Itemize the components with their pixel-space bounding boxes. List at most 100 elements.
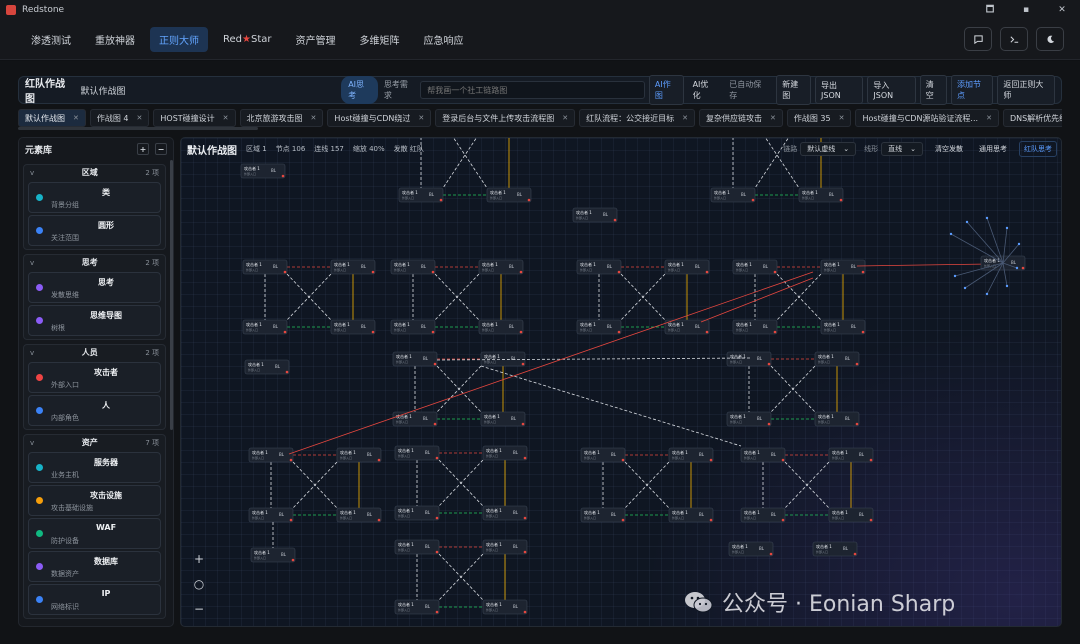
library-item[interactable]: 攻击设施 攻击基础设施: [28, 485, 161, 516]
group-header[interactable]: v 人员 2 项: [24, 345, 165, 360]
graph-node[interactable]: 攻击者 1外部入口BL: [812, 541, 858, 557]
close-tab-icon[interactable]: ✕: [418, 114, 424, 122]
library-item[interactable]: 攻击者 外部入口: [28, 362, 161, 393]
group-header[interactable]: v 区域 2 项: [24, 165, 165, 180]
graph-node[interactable]: 攻击者 1外部入口BL: [576, 319, 622, 335]
graph-node[interactable]: 攻击者 1外部入口BL: [240, 163, 286, 179]
graph-canvas[interactable]: 攻击者 1 外部入口 BL 攻击者 1 外部入口 BL 攻击者 1 外部入口 BL 攻击者 1 外部…: [180, 137, 1062, 627]
back-button[interactable]: 返回正则大师: [997, 75, 1055, 105]
close-tab-icon[interactable]: ✕: [223, 114, 229, 122]
library-item[interactable]: 圆形 关注范围: [28, 215, 161, 246]
nav-emergency[interactable]: 应急响应: [414, 27, 472, 52]
graph-node[interactable]: 攻击者 1外部入口BL: [482, 445, 528, 461]
tab-host-cdn[interactable]: Host碰撞与CDN绕过 ✕: [327, 109, 432, 127]
graph-node[interactable]: 攻击者 1外部入口BL: [242, 319, 288, 335]
graph-node[interactable]: 攻击者 1外部入口BL: [820, 259, 866, 275]
nav-pentest[interactable]: 渗透测试: [22, 27, 80, 52]
graph-svg[interactable]: 攻击者 1外部入口BL 攻击者 1外部入口BL 攻击者 1外部入口BL 攻击者 1外部…: [181, 138, 1062, 627]
maximize-icon[interactable]: ▪: [1008, 0, 1044, 20]
graph-node[interactable]: 攻击者 1外部入口BL: [480, 411, 526, 427]
graph-node[interactable]: 攻击者 1外部入口BL: [394, 445, 440, 461]
graph-node[interactable]: 攻击者 1外部入口BL: [244, 359, 290, 375]
remove-element-button[interactable]: −: [155, 143, 167, 155]
nav-redstar[interactable]: Red★Star: [214, 29, 280, 50]
graph-node[interactable]: 攻击者 1外部入口BL: [814, 351, 860, 367]
graph-node[interactable]: 攻击者 1外部入口BL: [668, 507, 714, 523]
graph-node[interactable]: 攻击者 1外部入口BL: [390, 319, 436, 335]
group-header[interactable]: v 资产 7 项: [24, 435, 165, 450]
tab-supply-chain[interactable]: 复杂供应链攻击 ✕: [699, 109, 783, 127]
graph-node[interactable]: 攻击者 1外部入口BL: [726, 411, 772, 427]
graph-node[interactable]: 攻击者 1外部入口BL: [828, 447, 874, 463]
graph-node[interactable]: 攻击者 1外部入口BL: [394, 505, 440, 521]
library-item[interactable]: WAF 防护设备: [28, 518, 161, 549]
library-item[interactable]: 数据库 数据资产: [28, 551, 161, 582]
chat-icon[interactable]: [964, 27, 992, 51]
graph-node[interactable]: 攻击者 1外部入口BL: [336, 447, 382, 463]
graph-node[interactable]: 攻击者 1外部入口BL: [732, 259, 778, 275]
ai-think-button[interactable]: AI思考: [341, 76, 378, 104]
close-tab-icon[interactable]: ✕: [311, 114, 317, 122]
library-item[interactable]: 人内部角色: [28, 395, 161, 426]
add-node-button[interactable]: 添加节点: [950, 75, 994, 105]
graph-node[interactable]: 攻击者 1外部入口BL: [486, 187, 532, 203]
library-item[interactable]: 思考 发散思维: [28, 272, 161, 303]
tabs-scrollbar[interactable]: [18, 127, 258, 130]
graph-node[interactable]: 攻击者 1外部入口BL: [482, 505, 528, 521]
graph-node[interactable]: 攻击者 1外部入口BL: [336, 507, 382, 523]
tab-host-collision[interactable]: HOST碰撞设计 ✕: [153, 109, 236, 127]
export-json-button[interactable]: 导出 JSON: [815, 76, 864, 104]
graph-node[interactable]: 攻击者 1外部入口BL: [392, 411, 438, 427]
ai-graph-button[interactable]: AI作图: [648, 75, 684, 105]
graph-node[interactable]: 攻击者 1外部入口BL: [330, 319, 376, 335]
graph-node[interactable]: 攻击者 1外部入口BL: [580, 507, 626, 523]
close-tab-icon[interactable]: ✕: [986, 114, 992, 122]
graph-node[interactable]: 攻击者 1外部入口BL: [664, 319, 710, 335]
ai-optimize-button[interactable]: AI优化: [688, 76, 721, 104]
graph-node[interactable]: 攻击者 1外部入口BL: [398, 187, 444, 203]
library-item[interactable]: 类背景分组: [28, 182, 161, 213]
nav-matrix[interactable]: 多维矩阵: [350, 27, 408, 52]
graph-node[interactable]: 攻击者 1外部入口BL: [726, 351, 772, 367]
graph-node[interactable]: 攻击者 1外部入口BL: [390, 259, 436, 275]
tab-default[interactable]: 默认作战图 ✕: [18, 109, 86, 127]
tab-dns[interactable]: DNS解析优先级: [1002, 109, 1062, 127]
graph-node[interactable]: 攻击者 1外部入口BL: [740, 507, 786, 523]
tab-redteam-flow[interactable]: 红队流程：公交接近目标 ✕: [579, 109, 695, 127]
library-item[interactable]: 服务器 业务主机: [28, 452, 161, 483]
zoom-reset-button[interactable]: ○: [189, 574, 209, 594]
graph-node[interactable]: 攻击者 1外部入口BL: [668, 447, 714, 463]
import-json-button[interactable]: 导入 JSON: [867, 76, 916, 104]
general-think-button[interactable]: 通用思考: [975, 142, 1011, 156]
think-input[interactable]: [420, 81, 645, 99]
tab-beijing[interactable]: 北京旅游攻击图 ✕: [239, 109, 324, 127]
graph-node[interactable]: 攻击者 1外部入口BL: [710, 187, 756, 203]
clear-button[interactable]: 清空: [919, 75, 947, 105]
graph-node[interactable]: 攻击者 1外部入口BL: [580, 447, 626, 463]
add-element-button[interactable]: +: [137, 143, 149, 155]
close-tab-icon[interactable]: ✕: [770, 114, 776, 122]
tab-graph-4[interactable]: 作战图 4 ✕: [89, 109, 150, 127]
close-tab-icon[interactable]: ✕: [682, 114, 688, 122]
graph-node[interactable]: 攻击者 1外部入口BL: [482, 539, 528, 555]
zoom-out-button[interactable]: −: [189, 599, 209, 619]
library-item[interactable]: 思维导图 树根: [28, 305, 161, 336]
graph-node[interactable]: 攻击者 1外部入口BL: [732, 319, 778, 335]
redteam-think-button[interactable]: 红队思考: [1019, 141, 1057, 157]
graph-node[interactable]: 攻击者 1外部入口BL: [814, 411, 860, 427]
tab-graph-35[interactable]: 作战图 35 ✕: [786, 109, 852, 127]
moon-icon[interactable]: [1036, 27, 1064, 51]
graph-node[interactable]: 攻击者 1外部入口BL: [394, 599, 440, 615]
tab-host-cdn-verify[interactable]: Host碰撞与CDN源站验证流程... ✕: [855, 109, 999, 127]
library-item[interactable]: IP 网络标识: [28, 584, 161, 615]
graph-node[interactable]: 攻击者 1外部入口BL: [330, 259, 376, 275]
zoom-in-button[interactable]: +: [189, 549, 209, 569]
graph-node[interactable]: 攻击者 1外部入口BL: [478, 259, 524, 275]
graph-node[interactable]: 攻击者 1外部入口BL: [820, 319, 866, 335]
close-tab-icon[interactable]: ✕: [137, 114, 143, 122]
close-tab-icon[interactable]: ✕: [839, 114, 845, 122]
graph-node[interactable]: 攻击者 1外部入口BL: [482, 599, 528, 615]
graph-node[interactable]: 攻击者 1外部入口BL: [828, 507, 874, 523]
nav-replay[interactable]: 重放神器: [86, 27, 144, 52]
link-style-select[interactable]: 默认虚线 ⌄: [800, 142, 857, 156]
